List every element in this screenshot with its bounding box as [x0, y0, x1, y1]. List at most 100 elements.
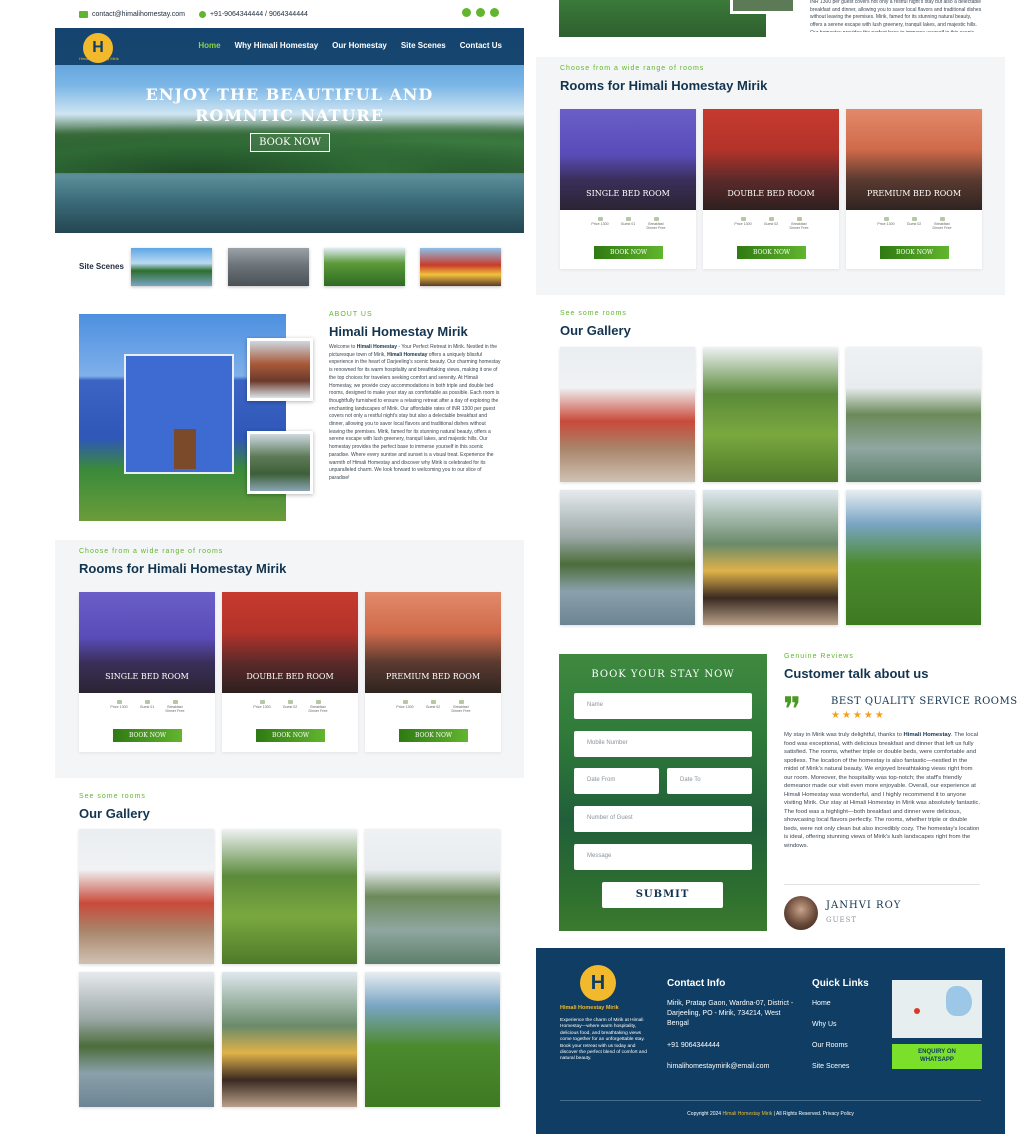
- room-name: DOUBLE BED ROOM: [246, 672, 334, 681]
- map-pin-icon: [914, 1008, 920, 1014]
- scene-thumb-4[interactable]: [420, 248, 501, 286]
- about-eyebrow: ABOUT US: [329, 311, 373, 318]
- guests-field[interactable]: Number of Guest: [574, 806, 752, 832]
- top-contact-bar: contact@himalihomestay.com +91-906434444…: [79, 6, 499, 22]
- hero-title: ENJOY THE BEAUTIFUL AND ROMNTIC NATURE: [55, 84, 524, 126]
- room-features: Price 1300 Guest 01 Breakfast Dinner Fre…: [79, 700, 215, 713]
- book-now-button[interactable]: BOOK NOW: [256, 729, 325, 742]
- footer-phone[interactable]: +91 9064344444: [667, 1041, 720, 1051]
- room-name: SINGLE BED ROOM: [586, 189, 670, 198]
- footer-brand: Himali Homestay Mirik: [560, 1005, 619, 1011]
- reviewer-avatar: [784, 896, 818, 930]
- gallery-image-4[interactable]: [79, 972, 214, 1107]
- review-divider: [784, 884, 980, 885]
- footer-link-why-us[interactable]: Why Us: [812, 1020, 837, 1030]
- room-image-premium: PREMIUM BED ROOM: [846, 109, 982, 210]
- copyright: Copyright 2024 Himali Homestay Mirik | A…: [687, 1111, 854, 1117]
- mail-icon: [79, 10, 88, 18]
- about-title: Himali Homestay Mirik: [329, 324, 468, 339]
- gallery-image-6-right[interactable]: [846, 490, 981, 625]
- gallery-image-1[interactable]: [79, 829, 214, 964]
- name-field[interactable]: Name: [574, 693, 752, 719]
- social-links: [457, 8, 499, 17]
- booking-title: BOOK YOUR STAY NOW: [591, 669, 735, 680]
- room-features: Price 1300 Guest 01 Breakfast Dinner Fre…: [560, 217, 696, 230]
- gallery-image-5-right[interactable]: [703, 490, 838, 625]
- gallery-image-2[interactable]: [222, 829, 357, 964]
- rooms-title-right: Rooms for Himali Homestay Mirik: [560, 78, 768, 93]
- gallery-image-6[interactable]: [365, 972, 500, 1107]
- gallery-image-5[interactable]: [222, 972, 357, 1107]
- about-inset-photo-2: [247, 431, 313, 494]
- gallery-eyebrow: See some rooms: [79, 793, 146, 800]
- room-features: Price 1300 Guest 02 Breakfast Dinner Fre…: [365, 700, 501, 713]
- reviews-title: Customer talk about us: [784, 666, 929, 681]
- main-nav: H Himali Homestay Mirik Home Why Himali …: [55, 28, 524, 65]
- mobile-field[interactable]: Mobile Number: [574, 731, 752, 757]
- phone-contact[interactable]: +91-9064344444 / 9064344444: [198, 10, 308, 18]
- reviews-eyebrow: Genuine Reviews: [784, 653, 854, 660]
- review-text: My stay in Mirik was truly delightful, t…: [784, 732, 981, 849]
- hero-title-line2: ROMNTIC NATURE: [195, 106, 384, 125]
- hero-title-line1: ENJOY THE BEAUTIFUL AND: [145, 85, 434, 104]
- gallery-image-1-right[interactable]: [560, 347, 695, 482]
- nav-item-scenes[interactable]: Site Scenes: [401, 41, 446, 50]
- book-now-button[interactable]: BOOK NOW: [880, 246, 949, 259]
- footer-divider: [560, 1100, 981, 1101]
- gallery-eyebrow-right: See some rooms: [560, 310, 627, 317]
- quick-links-title: Quick Links: [812, 978, 869, 989]
- book-now-button[interactable]: BOOK NOW: [737, 246, 806, 259]
- date-to-field[interactable]: Date To: [667, 768, 752, 794]
- book-now-button[interactable]: BOOK NOW: [594, 246, 663, 259]
- footer-address: Mirik, Pratap Gaon, Wardna-07, District …: [667, 1000, 794, 1027]
- phone-text[interactable]: +91-9064344444 / 9064344444: [210, 11, 308, 18]
- reviewer-role: GUEST: [826, 916, 858, 924]
- room-features: Price 1300 Guest 02 Breakfast Dinner Fre…: [703, 217, 839, 230]
- book-now-button[interactable]: BOOK NOW: [113, 729, 182, 742]
- whatsapp-icon[interactable]: [462, 8, 471, 17]
- date-from-field[interactable]: Date From: [574, 768, 659, 794]
- footer-link-scenes[interactable]: Site Scenes: [812, 1062, 849, 1072]
- room-image-single: SINGLE BED ROOM: [79, 592, 215, 693]
- nav-item-home[interactable]: Home: [198, 41, 220, 50]
- footer-link-home[interactable]: Home: [812, 999, 831, 1009]
- nav-item-homestay[interactable]: Our Homestay: [332, 41, 387, 50]
- gallery-image-2-right[interactable]: [703, 347, 838, 482]
- email-text[interactable]: contact@himalihomestay.com: [92, 11, 185, 18]
- footer-logo-icon[interactable]: H: [580, 965, 616, 1001]
- room-card-double: DOUBLE BED ROOM Price 1300 Guest 02 Brea…: [222, 592, 358, 752]
- rating-stars: ★★★★★: [831, 710, 886, 721]
- nav-item-contact[interactable]: Contact Us: [460, 41, 502, 50]
- gallery-image-4-right[interactable]: [560, 490, 695, 625]
- book-now-button[interactable]: BOOK NOW: [399, 729, 468, 742]
- room-card-single-right: SINGLE BED ROOM Price 1300 Guest 01 Brea…: [560, 109, 696, 269]
- whatsapp-enquiry-button[interactable]: ENQUIRY ON WHATSAPP: [892, 1044, 982, 1069]
- gallery-image-3[interactable]: [365, 829, 500, 964]
- scene-thumb-2[interactable]: [228, 248, 309, 286]
- facebook-icon[interactable]: [490, 8, 499, 17]
- footer: H Himali Homestay Mirik Experience the c…: [536, 948, 1005, 1134]
- email-contact[interactable]: contact@himalihomestay.com: [79, 10, 185, 18]
- instagram-icon[interactable]: [476, 8, 485, 17]
- scene-thumb-3[interactable]: [324, 248, 405, 286]
- footer-link-rooms[interactable]: Our Rooms: [812, 1041, 848, 1051]
- nav-item-why[interactable]: Why Himali Homestay: [235, 41, 319, 50]
- footer-email[interactable]: himalihomestaymirik@email.com: [667, 1062, 769, 1072]
- about-door: [174, 429, 196, 469]
- gallery-image-3-right[interactable]: [846, 347, 981, 482]
- scene-thumb-1[interactable]: [131, 248, 212, 286]
- reviewer-name: JANHVI ROY: [826, 900, 902, 911]
- room-image-double: DOUBLE BED ROOM: [222, 592, 358, 693]
- room-card-double-right: DOUBLE BED ROOM Price 1300 Guest 02 Brea…: [703, 109, 839, 269]
- room-features: Price 1300 Guest 02 Breakfast Dinner Fre…: [222, 700, 358, 713]
- footer-map[interactable]: [892, 980, 982, 1038]
- room-name: PREMIUM BED ROOM: [385, 672, 481, 681]
- phone-icon: [198, 10, 206, 18]
- about-inset-photo-1: [247, 338, 313, 401]
- submit-button[interactable]: SUBMIT: [602, 882, 723, 908]
- message-field[interactable]: Message: [574, 844, 752, 870]
- rooms-title: Rooms for Himali Homestay Mirik: [79, 561, 287, 576]
- hero-book-now-button[interactable]: BOOK NOW: [250, 133, 330, 152]
- hero-banner: H Himali Homestay Mirik Home Why Himali …: [55, 28, 524, 233]
- quote-icon: ❞: [783, 690, 802, 730]
